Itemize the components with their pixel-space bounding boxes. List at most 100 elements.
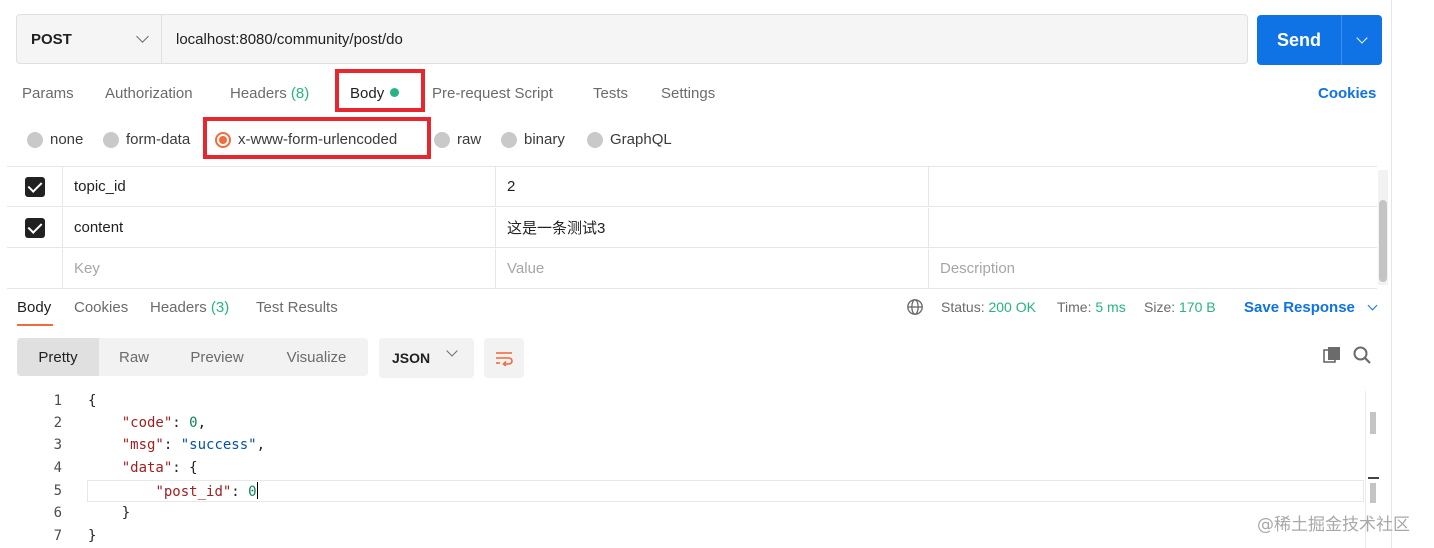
radio-circle <box>103 131 119 148</box>
radio-binary[interactable]: binary <box>501 131 565 148</box>
copy-icon[interactable] <box>1322 345 1342 365</box>
code-text: } <box>88 528 97 544</box>
radio-urlencoded-label: x-www-form-urlencoded <box>238 131 398 148</box>
row-checkbox[interactable] <box>24 217 45 238</box>
params-table: topic_id 2 content 这是一条测试3 Key Value Des… <box>7 166 1377 289</box>
json-string: "success" <box>180 437 257 453</box>
line-number: 2 <box>53 415 62 431</box>
radio-graphql-label: GraphQL <box>610 131 672 148</box>
response-tab-cookies[interactable]: Cookies <box>74 299 128 316</box>
view-raw[interactable]: Raw <box>99 338 169 376</box>
param-description[interactable] <box>929 208 1377 247</box>
code-line: 1 { <box>0 390 1365 412</box>
scrollbar-thumb-secondary <box>1370 483 1376 503</box>
cookies-link[interactable]: Cookies <box>1318 85 1376 102</box>
active-tab-underline <box>17 324 53 326</box>
postman-window: POST localhost:8080/community/post/do Se… <box>0 0 1392 548</box>
tab-params[interactable]: Params <box>22 85 74 102</box>
radio-graphql[interactable]: GraphQL <box>587 131 672 148</box>
key-placeholder[interactable]: Key <box>63 249 496 288</box>
line-number: 1 <box>53 393 62 409</box>
tab-authorization[interactable]: Authorization <box>105 85 193 102</box>
view-preview[interactable]: Preview <box>169 338 265 376</box>
response-tab-body[interactable]: Body <box>17 299 51 316</box>
time-readout: Time: 5 ms <box>1057 299 1126 315</box>
wrap-lines-icon <box>496 352 513 366</box>
scrollbar-thumb[interactable] <box>1379 200 1387 282</box>
time-value: 5 ms <box>1095 299 1126 315</box>
send-button[interactable]: Send <box>1257 15 1382 65</box>
tab-tests[interactable]: Tests <box>593 85 628 102</box>
url-input[interactable]: localhost:8080/community/post/do <box>162 15 1247 63</box>
code-line-active: 5 "post_id": 0 <box>0 480 1365 502</box>
radio-circle-selected <box>215 131 231 148</box>
param-value[interactable]: 2 <box>496 167 929 206</box>
param-key[interactable]: topic_id <box>63 167 496 206</box>
radio-circle <box>501 131 517 148</box>
chevron-down-icon <box>446 345 458 357</box>
send-options-button[interactable] <box>1341 15 1382 65</box>
method-label: POST <box>31 30 72 48</box>
table-row-new: Key Value Description <box>7 249 1377 289</box>
radio-none[interactable]: none <box>27 131 83 148</box>
row-checkbox[interactable] <box>24 176 45 197</box>
status-readout: Status: 200 OK <box>941 299 1036 315</box>
line-number: 4 <box>53 460 62 476</box>
search-icon[interactable] <box>1352 345 1372 365</box>
param-description[interactable] <box>929 167 1377 206</box>
radio-circle <box>27 131 43 148</box>
format-label: JSON <box>392 350 431 366</box>
format-select[interactable]: JSON <box>379 338 474 378</box>
radio-circle <box>434 131 450 148</box>
tab-headers-label: Headers <box>230 85 287 102</box>
code-text: } <box>88 505 131 521</box>
code-text: "data": { <box>121 460 198 476</box>
view-mode-switcher: Pretty Raw Preview Visualize <box>17 338 368 376</box>
response-tab-headers[interactable]: Headers (3) <box>150 299 229 316</box>
code-text: "post_id": 0 <box>155 482 258 500</box>
table-row: topic_id 2 <box>7 167 1377 207</box>
value-placeholder[interactable]: Value <box>496 249 929 288</box>
row-checkbox-cell <box>7 167 63 206</box>
save-response-button[interactable]: Save Response <box>1244 299 1378 316</box>
globe-icon[interactable] <box>906 298 924 316</box>
chevron-down-icon <box>1367 300 1378 311</box>
params-scrollbar[interactable] <box>1378 170 1388 285</box>
radio-form-data[interactable]: form-data <box>103 131 190 148</box>
param-value[interactable]: 这是一条测试3 <box>496 208 929 247</box>
wrap-lines-button[interactable] <box>484 338 524 378</box>
response-body-editor[interactable]: 1 { 2 "code": 0, 3 "msg": "success", 4 "… <box>0 390 1365 548</box>
size-value: 170 B <box>1179 299 1216 315</box>
radio-x-www-form-urlencoded[interactable]: x-www-form-urlencoded <box>215 131 397 148</box>
code-line: 4 "data": { <box>0 457 1365 479</box>
request-bar: POST localhost:8080/community/post/do <box>16 14 1248 64</box>
chevron-down-icon <box>136 30 149 43</box>
tab-settings[interactable]: Settings <box>661 85 715 102</box>
radio-raw[interactable]: raw <box>434 131 481 148</box>
watermark: @稀土掘金技术社区 <box>1257 515 1410 535</box>
table-row: content 这是一条测试3 <box>7 208 1377 248</box>
json-key: "data" <box>121 460 173 476</box>
description-placeholder[interactable]: Description <box>929 249 1377 288</box>
response-tab-test-results[interactable]: Test Results <box>256 299 338 316</box>
code-text: { <box>88 393 97 409</box>
tab-headers[interactable]: Headers (8) <box>230 85 309 102</box>
view-visualize[interactable]: Visualize <box>265 338 368 376</box>
size-label: Size: <box>1144 299 1176 315</box>
size-readout: Size: 170 B <box>1144 299 1216 315</box>
json-number: 0 <box>189 415 198 431</box>
code-line: 7 } <box>0 525 1365 547</box>
method-select[interactable]: POST <box>17 15 162 63</box>
radio-binary-label: binary <box>524 131 565 148</box>
tab-pre-request-script[interactable]: Pre-request Script <box>432 85 553 102</box>
line-number: 3 <box>53 437 62 453</box>
text-cursor <box>256 482 258 499</box>
scrollbar-thumb[interactable] <box>1370 412 1376 434</box>
code-text: "msg": "success", <box>121 437 266 453</box>
json-key: "post_id" <box>155 484 232 500</box>
highlight-box-body-tab <box>335 69 425 112</box>
param-key[interactable]: content <box>63 208 496 247</box>
line-number: 6 <box>53 505 62 521</box>
view-pretty[interactable]: Pretty <box>17 338 99 376</box>
code-line: 3 "msg": "success", <box>0 434 1365 456</box>
